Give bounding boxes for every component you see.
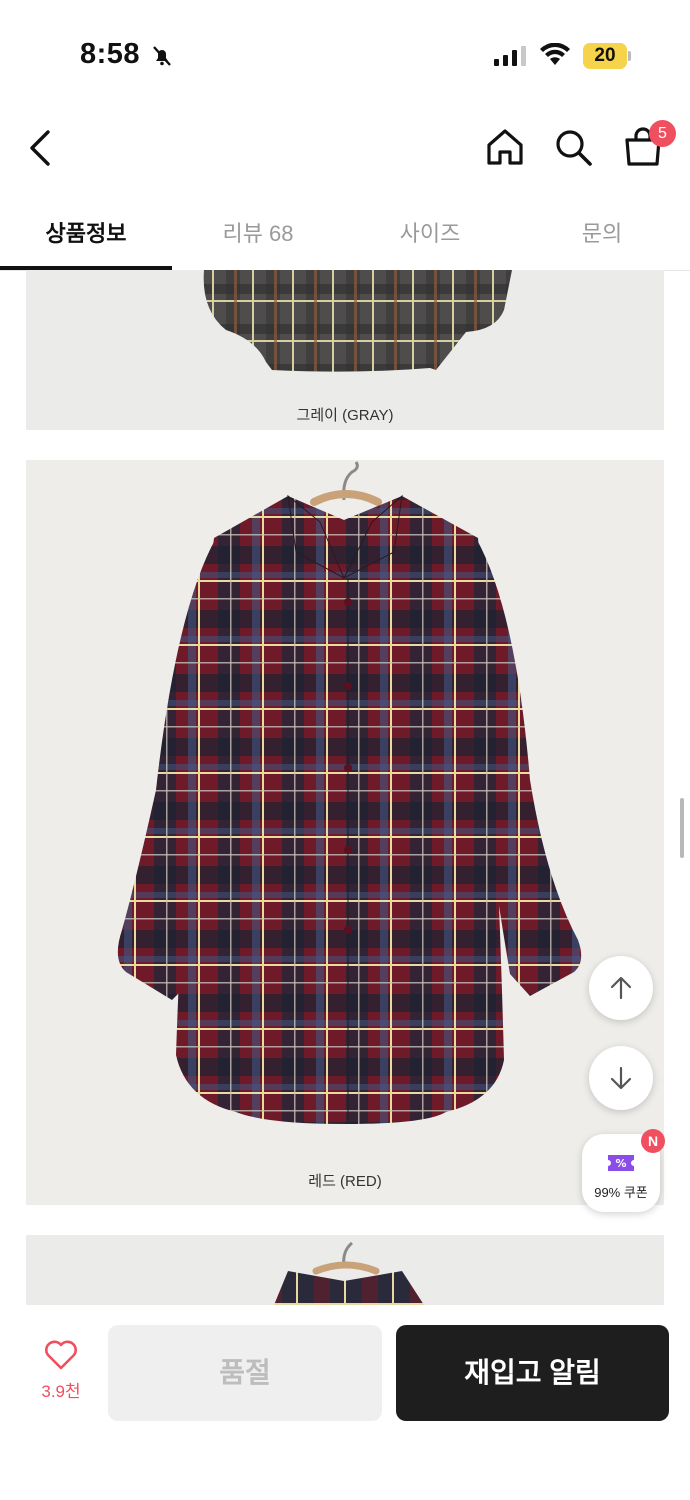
back-button[interactable] [24, 126, 58, 175]
new-badge: N [641, 1129, 665, 1153]
arrow-down-icon [610, 1066, 632, 1090]
like-button[interactable]: 3.9천 [30, 1340, 92, 1402]
cart-count-badge: 5 [649, 120, 676, 147]
search-icon[interactable] [552, 126, 594, 173]
wifi-icon [540, 42, 570, 72]
product-image-next [26, 1235, 664, 1305]
restock-alert-button[interactable]: 재입고 알림 [396, 1325, 669, 1421]
red-shirt-illustration [117, 461, 582, 1124]
scroll-top-button[interactable] [589, 956, 653, 1020]
tab-product-info[interactable]: 상품정보 [0, 216, 172, 248]
scroll-bottom-button[interactable] [589, 1046, 653, 1110]
like-count: 3.9천 [41, 1382, 81, 1401]
image-caption-red: 레드 (RED) [308, 1173, 382, 1190]
coupon-icon: % [608, 1155, 634, 1171]
svg-text:%: % [615, 1157, 626, 1170]
coupon-label: 99% 쿠폰 [594, 1185, 648, 1200]
signal-icon [494, 46, 528, 71]
product-image-red: 레드 (RED) [26, 460, 664, 1205]
battery-indicator: 20 [583, 43, 627, 69]
status-time: 8:58 [80, 38, 141, 70]
home-icon[interactable] [484, 126, 526, 173]
tab-reviews[interactable]: 리뷰 68 [172, 216, 344, 248]
tab-inquiry[interactable]: 문의 [516, 216, 688, 248]
product-image-gray: 그레이 (GRAY) [26, 270, 664, 430]
scrollbar[interactable] [680, 798, 684, 858]
bell-off-icon [150, 44, 174, 73]
image-caption-gray: 그레이 (GRAY) [296, 407, 394, 424]
soldout-button[interactable]: 품절 [108, 1325, 382, 1421]
heart-icon [45, 1340, 77, 1370]
tab-bar: 상품정보 리뷰 68 사이즈 문의 [0, 196, 690, 271]
tab-size[interactable]: 사이즈 [344, 216, 516, 248]
next-shirt-illustration [274, 1241, 424, 1305]
battery-cap [628, 51, 631, 61]
arrow-up-icon [610, 976, 632, 1000]
